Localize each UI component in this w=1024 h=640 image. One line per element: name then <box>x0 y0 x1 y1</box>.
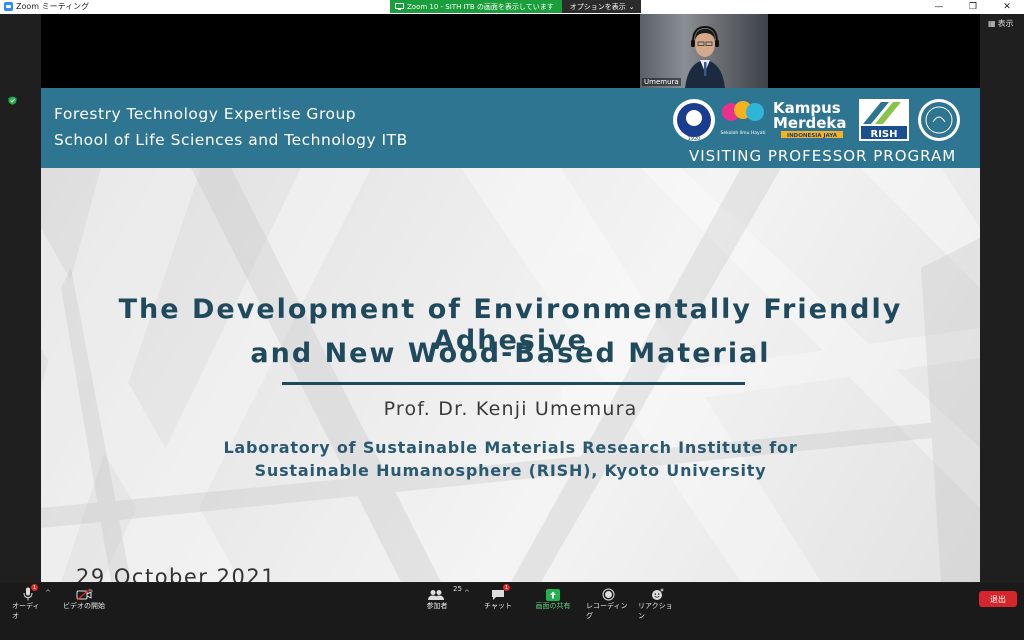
view-label: 表示 <box>997 19 1014 28</box>
slide-date: 29 October 2021 <box>76 565 277 582</box>
share-banner: Zoom 10 - SITH ITB の画面を表示しています オプションを表示 … <box>390 0 641 13</box>
title-divider <box>282 382 745 385</box>
slide-header-line1: Forestry Technology Expertise Group <box>54 105 357 123</box>
share-screen-arrow-icon <box>546 589 560 601</box>
participants-menu-caret[interactable]: ^ <box>464 589 470 597</box>
indonesia-jaya-text: INDONESIA JAYA <box>787 133 838 139</box>
chevron-down-icon: ⌄ <box>628 2 635 11</box>
start-video-button[interactable]: ビデオの開始 <box>62 583 106 611</box>
app-title: Zoom ミーティング <box>4 1 89 12</box>
slide-header-line2: School of Life Sciences and Technology I… <box>54 131 408 149</box>
itb-logo-icon: 1920 <box>673 99 715 142</box>
view-button[interactable]: ▦ 表示 <box>988 18 1014 29</box>
close-button[interactable]: ✕ <box>990 0 1024 14</box>
rish-logo-icon: RISH <box>859 99 909 141</box>
leave-label: 退出 <box>990 594 1006 604</box>
participant-image <box>685 25 725 88</box>
slide-title-line2: and New Wood-Based Material <box>250 338 771 369</box>
view-options-label: オプションを表示 <box>569 2 626 11</box>
chat-icon <box>492 590 504 600</box>
record-label: レコーディング <box>586 602 628 620</box>
share-status: Zoom 10 - SITH ITB の画面を表示しています <box>390 0 562 13</box>
record-button[interactable]: レコーディング <box>586 583 630 621</box>
meeting-toolbar <box>0 583 1024 640</box>
share-screen-icon <box>395 3 404 10</box>
video-strip <box>41 14 980 88</box>
slide-affiliation-line2: Sustainable Humanosphere (RISH), Kyoto U… <box>254 461 767 480</box>
shared-slide: Forestry Technology Expertise Group Scho… <box>41 88 980 582</box>
chat-button[interactable]: 1 チャット <box>484 583 512 611</box>
video-menu-caret[interactable]: ^ <box>88 589 94 597</box>
restore-button[interactable]: ❐ <box>956 0 990 14</box>
participants-label: 参加者 <box>426 602 448 610</box>
share-status-text: Zoom 10 - SITH ITB の画面を表示しています <box>407 2 554 11</box>
share-screen-button[interactable]: 画面の共有 <box>532 583 574 611</box>
sith-caption: Sekolah Ilmu Hayati <box>721 130 766 136</box>
slide-author: Prof. Dr. Kenji Umemura <box>383 398 638 420</box>
window-controls: — ❐ ✕ <box>922 0 1024 14</box>
participant-video[interactable]: Umemura <box>640 14 768 88</box>
record-icon <box>602 588 614 601</box>
slide-affiliation-line1: Laboratory of Sustainable Materials Rese… <box>223 438 798 457</box>
audio-menu-caret[interactable]: ^ <box>45 589 51 597</box>
sith-logo-icon: Sekolah Ilmu Hayati <box>721 101 766 136</box>
reactions-label: リアクション <box>638 602 673 620</box>
security-shield-icon[interactable] <box>8 96 17 105</box>
window-title: Zoom ミーティング <box>16 2 90 11</box>
audio-label: オーディオ <box>12 602 40 620</box>
participant-count: 25 <box>453 585 462 593</box>
kampus-merdeka-logo-icon: Kampus Merdeka INDONESIA JAYA <box>773 99 847 139</box>
audio-button[interactable]: 1 オーディオ <box>12 583 44 621</box>
view-options-button[interactable]: オプションを表示 ⌄ <box>561 0 641 13</box>
chat-badge: 1 <box>503 584 510 591</box>
partner-logos: 1920 Sekolah Ilmu Hayati Kampus Merdeka … <box>673 99 960 142</box>
leave-button[interactable]: 退出 <box>979 591 1017 607</box>
share-screen-label: 画面の共有 <box>535 602 571 610</box>
rish-text: RISH <box>871 129 898 140</box>
slide-header: Forestry Technology Expertise Group Scho… <box>41 88 980 168</box>
itb-year: 1920 <box>688 136 701 142</box>
program-label: VISITING PROFESSOR PROGRAM <box>689 147 957 165</box>
kyoto-university-logo-icon <box>918 99 960 141</box>
participants-button[interactable]: 25 参加者 <box>420 583 462 611</box>
minimize-button[interactable]: — <box>922 0 956 14</box>
grid-icon: ▦ <box>988 19 996 28</box>
participants-icon <box>428 590 444 600</box>
reactions-button[interactable]: リアクション <box>638 583 678 621</box>
zoom-logo-icon <box>4 2 13 11</box>
participant-name: Umemura <box>642 78 681 86</box>
audio-badge: 1 <box>31 584 38 591</box>
start-video-label: ビデオの開始 <box>63 602 105 610</box>
chat-label: チャット <box>484 602 512 610</box>
smiley-icon <box>652 588 664 600</box>
merdeka-text: Merdeka <box>773 114 847 132</box>
